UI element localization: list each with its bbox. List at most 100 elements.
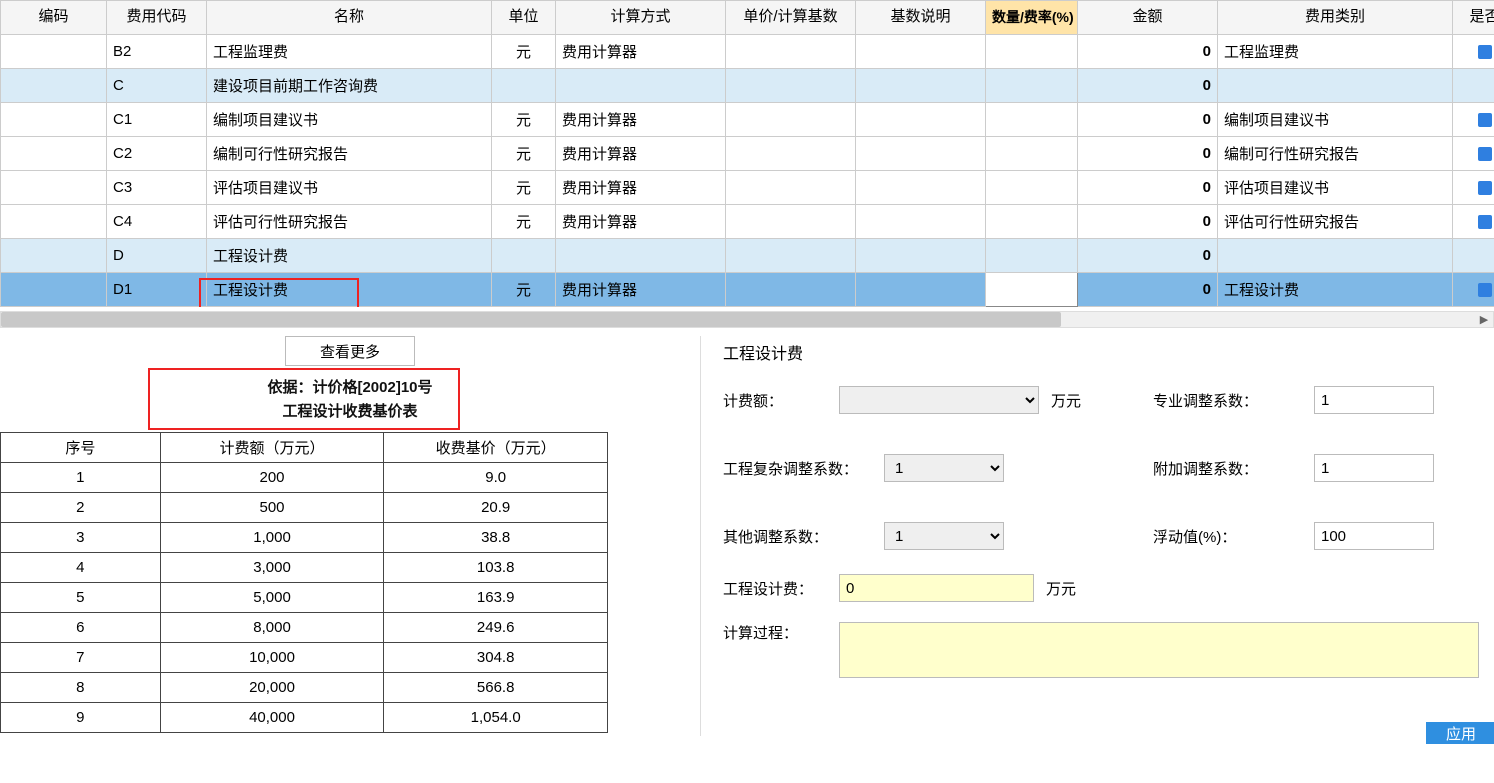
cell[interactable]: C1 (107, 103, 207, 137)
cell[interactable]: 费用计算器 (556, 137, 726, 171)
cell[interactable]: 0 (1078, 239, 1218, 273)
cell[interactable]: 评估项目建议书 (1218, 171, 1453, 205)
cell[interactable] (726, 171, 856, 205)
apply-button[interactable]: 应用 (1426, 722, 1494, 744)
col-fee-code[interactable]: 费用代码 (107, 1, 207, 35)
cell[interactable]: C4 (107, 205, 207, 239)
cell[interactable] (1453, 69, 1494, 103)
col-fee-type[interactable]: 费用类别 (1218, 1, 1453, 35)
cell[interactable]: 费用计算器 (556, 103, 726, 137)
checkbox-icon[interactable] (1478, 147, 1492, 161)
table-row[interactable]: B2工程监理费元费用计算器0工程监理费 (1, 35, 1494, 69)
table-row[interactable]: C4评估可行性研究报告元费用计算器0评估可行性研究报告 (1, 205, 1494, 239)
cell[interactable]: 建设项目前期工作咨询费 (207, 69, 492, 103)
cell[interactable]: 0 (1078, 35, 1218, 69)
cell[interactable] (726, 205, 856, 239)
cell[interactable]: 0 (1078, 171, 1218, 205)
cell[interactable] (1453, 103, 1494, 137)
col-amount[interactable]: 金额 (1078, 1, 1218, 35)
scroll-right-arrow-icon[interactable]: ▶ (1477, 313, 1491, 327)
cell[interactable]: 费用计算器 (556, 35, 726, 69)
cell[interactable]: 0 (1078, 69, 1218, 103)
add-coef-input[interactable] (1314, 454, 1434, 482)
table-row[interactable]: D1工程设计费元费用计算器0工程设计费 (1, 273, 1494, 307)
cell[interactable] (856, 69, 986, 103)
table-row[interactable]: C2编制可行性研究报告元费用计算器0编制可行性研究报告 (1, 137, 1494, 171)
cell[interactable]: C3 (107, 171, 207, 205)
cell[interactable] (856, 35, 986, 69)
cell[interactable]: 元 (492, 273, 556, 307)
col-code[interactable]: 编码 (1, 1, 107, 35)
cell[interactable] (556, 69, 726, 103)
checkbox-icon[interactable] (1478, 215, 1492, 229)
cell[interactable] (1218, 69, 1453, 103)
cell[interactable] (1453, 205, 1494, 239)
cell[interactable]: D (107, 239, 207, 273)
cell[interactable]: 工程设计费 (1218, 273, 1453, 307)
cell[interactable]: 0 (1078, 205, 1218, 239)
cell[interactable]: 费用计算器 (556, 205, 726, 239)
col-unit-base[interactable]: 单价/计算基数 (726, 1, 856, 35)
cell[interactable]: C (107, 69, 207, 103)
table-row[interactable]: C建设项目前期工作咨询费 0 (1, 69, 1494, 103)
cell[interactable]: 工程设计费 (207, 239, 492, 273)
cell[interactable]: 工程设计费 (207, 273, 492, 307)
design-fee-input[interactable] (839, 574, 1034, 602)
cell[interactable] (1453, 273, 1494, 307)
cell[interactable]: 元 (492, 35, 556, 69)
checkbox-icon[interactable] (1478, 283, 1492, 297)
col-name[interactable]: 名称 (207, 1, 492, 35)
cell[interactable] (856, 273, 986, 307)
cell[interactable] (1, 239, 107, 273)
cell[interactable] (856, 205, 986, 239)
pro-coef-input[interactable] (1314, 386, 1434, 414)
cell[interactable] (1453, 239, 1494, 273)
cell[interactable] (1, 273, 107, 307)
cell[interactable] (492, 239, 556, 273)
cell[interactable]: 工程监理费 (1218, 35, 1453, 69)
cell[interactable]: 元 (492, 171, 556, 205)
col-base-desc[interactable]: 基数说明 (856, 1, 986, 35)
calc-process-textarea[interactable] (839, 622, 1479, 678)
table-row[interactable]: D工程设计费 0 (1, 239, 1494, 273)
cell[interactable] (986, 103, 1078, 137)
cell[interactable]: 0 (1078, 103, 1218, 137)
cell[interactable]: C2 (107, 137, 207, 171)
cell[interactable] (986, 273, 1078, 307)
cell[interactable]: 0 (1078, 273, 1218, 307)
cell[interactable]: 0 (1078, 137, 1218, 171)
scrollbar-thumb[interactable] (1, 312, 1061, 327)
cell[interactable]: 费用计算器 (556, 171, 726, 205)
view-more-button[interactable]: 查看更多 (285, 336, 415, 366)
cell[interactable]: 编制项目建议书 (207, 103, 492, 137)
cell[interactable] (1453, 35, 1494, 69)
other-coef-select[interactable]: 1 (884, 522, 1004, 550)
cell[interactable]: 工程监理费 (207, 35, 492, 69)
checkbox-icon[interactable] (1478, 45, 1492, 59)
cell[interactable] (726, 103, 856, 137)
cell[interactable] (986, 239, 1078, 273)
cell[interactable] (986, 171, 1078, 205)
cell[interactable] (856, 137, 986, 171)
cell[interactable]: 元 (492, 137, 556, 171)
checkbox-icon[interactable] (1478, 113, 1492, 127)
cell[interactable] (492, 69, 556, 103)
table-row[interactable]: C3评估项目建议书元费用计算器0评估项目建议书 (1, 171, 1494, 205)
float-val-input[interactable] (1314, 522, 1434, 550)
main-fee-table[interactable]: 编码 费用代码 名称 单位 计算方式 单价/计算基数 基数说明 数量/费率(%)… (0, 0, 1494, 307)
cell[interactable] (1, 205, 107, 239)
horizontal-scrollbar[interactable]: ▶ (0, 311, 1494, 328)
table-row[interactable]: C1编制项目建议书元费用计算器0编制项目建议书 (1, 103, 1494, 137)
cell[interactable] (726, 69, 856, 103)
cell[interactable] (726, 35, 856, 69)
cell[interactable] (986, 137, 1078, 171)
col-qty-rate[interactable]: 数量/费率(%) (986, 1, 1078, 35)
cell[interactable] (986, 69, 1078, 103)
cell[interactable]: 编制项目建议书 (1218, 103, 1453, 137)
cell[interactable] (726, 239, 856, 273)
complex-coef-select[interactable]: 1 (884, 454, 1004, 482)
cell[interactable]: 费用计算器 (556, 273, 726, 307)
cell[interactable]: 元 (492, 103, 556, 137)
col-calc-method[interactable]: 计算方式 (556, 1, 726, 35)
checkbox-icon[interactable] (1478, 181, 1492, 195)
